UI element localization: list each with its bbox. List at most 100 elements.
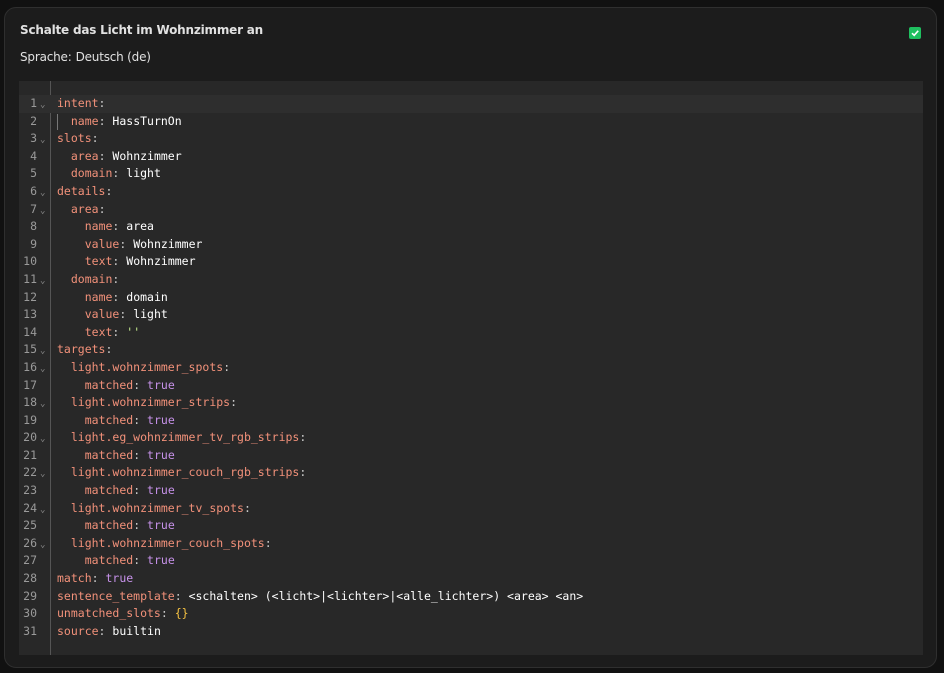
yaml-key: matched: [84, 553, 134, 568]
yaml-value: true: [147, 377, 175, 392]
yaml-punct: :: [112, 219, 127, 234]
code-line[interactable]: 12 name: domain: [19, 289, 923, 307]
code-text: intent:: [57, 95, 105, 113]
code-text: domain:: [71, 271, 119, 289]
yaml-key: light.eg_wohnzimmer_tv_rgb_strips: [70, 430, 300, 445]
code-line[interactable]: 29 sentence_template: <schalten> (<licht>…: [19, 588, 923, 606]
yaml-key: value: [84, 236, 120, 251]
debug-result-card: Schalte das Licht im Wohnzimmer an Sprac…: [4, 7, 937, 668]
code-line[interactable]: 14 text: '': [19, 324, 923, 342]
code-text: text: '': [85, 324, 140, 342]
code-text: name: HassTurnOn: [71, 113, 182, 131]
code-line[interactable]: 1 ⌄ intent:: [19, 95, 923, 113]
code-line[interactable]: 6 ⌄ details:: [19, 183, 923, 201]
yaml-key: slots: [57, 131, 92, 146]
code-line[interactable]: 2 name: HassTurnOn: [19, 113, 923, 131]
line-number: 28: [23, 571, 37, 586]
yaml-key: text: [84, 324, 113, 339]
code-line[interactable]: 18 ⌄ light.wohnzimmer_strips:: [19, 394, 923, 412]
code-text: light.eg_wohnzimmer_tv_rgb_strips:: [71, 429, 306, 447]
code-line[interactable]: 25 matched: true: [19, 517, 923, 535]
code-lines: 1 ⌄ intent: 2 name: HassTurnOn 3 ⌄ slots: 4 area:…: [19, 95, 923, 640]
code-line[interactable]: 22 ⌄ light.wohnzimmer_couch_rgb_strips:: [19, 464, 923, 482]
yaml-punct: :: [264, 535, 272, 550]
code-line[interactable]: 27 matched: true: [19, 552, 923, 570]
code-line[interactable]: 3 ⌄ slots:: [19, 130, 923, 148]
yaml-punct: :: [174, 588, 189, 603]
code-text: name: area: [85, 218, 154, 236]
line-number: 9: [30, 236, 37, 251]
code-line[interactable]: 11 ⌄ domain:: [19, 271, 923, 289]
code-line[interactable]: 24 ⌄ light.wohnzimmer_tv_spots:: [19, 500, 923, 518]
yaml-key: matched: [84, 518, 134, 533]
line-number: 25: [23, 518, 37, 533]
code-line[interactable]: 7 ⌄ area:: [19, 201, 923, 219]
yaml-key: area: [70, 201, 99, 216]
code-line[interactable]: 15 ⌄ targets:: [19, 341, 923, 359]
yaml-key: domain: [70, 271, 113, 286]
line-number: 16: [23, 359, 37, 374]
code-line[interactable]: 31 source: builtin: [19, 623, 923, 641]
line-number: 8: [30, 219, 37, 234]
yaml-key: matched: [84, 412, 134, 427]
code-line[interactable]: 9 value: Wohnzimmer: [19, 236, 923, 254]
yaml-punct: :: [133, 483, 148, 498]
yaml-value: light: [126, 166, 161, 181]
code-text: targets:: [57, 341, 112, 359]
yaml-punct: :: [160, 606, 175, 621]
code-line[interactable]: 5 domain: light: [19, 165, 923, 183]
yaml-key: light.wohnzimmer_tv_spots: [70, 500, 244, 515]
line-number: 30: [23, 606, 37, 621]
yaml-punct: :: [105, 183, 113, 198]
yaml-code-editor[interactable]: 1 ⌄ intent: 2 name: HassTurnOn 3 ⌄ slots: 4 area:…: [19, 81, 923, 655]
code-text: area: Wohnzimmer: [71, 148, 182, 166]
code-line[interactable]: 28 match: true: [19, 570, 923, 588]
code-text: text: Wohnzimmer: [85, 253, 196, 271]
yaml-key: match: [57, 571, 92, 586]
yaml-key: value: [84, 307, 120, 322]
yaml-key: light.wohnzimmer_strips: [70, 395, 231, 410]
line-number: 26: [23, 535, 37, 550]
success-checkbox[interactable]: [909, 27, 921, 39]
yaml-key: source: [57, 623, 99, 638]
line-number: 31: [23, 623, 37, 638]
yaml-punct: :: [105, 342, 113, 357]
code-line[interactable]: 4 area: Wohnzimmer: [19, 148, 923, 166]
yaml-key: name: [84, 219, 113, 234]
yaml-punct: :: [98, 148, 113, 163]
code-line[interactable]: 20 ⌄ light.eg_wohnzimmer_tv_rgb_strips:: [19, 429, 923, 447]
line-number: 6: [30, 183, 37, 198]
line-number: 27: [23, 553, 37, 568]
yaml-value: true: [147, 518, 175, 533]
line-number: 13: [23, 307, 37, 322]
yaml-key: sentence_template: [57, 588, 175, 603]
yaml-punct: :: [112, 324, 127, 339]
yaml-value: domain: [126, 289, 168, 304]
yaml-key: area: [70, 148, 99, 163]
code-line[interactable]: 10 text: Wohnzimmer: [19, 253, 923, 271]
code-line[interactable]: 21 matched: true: [19, 447, 923, 465]
yaml-key: targets: [57, 342, 106, 357]
yaml-punct: :: [112, 271, 120, 286]
yaml-value: true: [105, 571, 134, 586]
code-text: unmatched_slots: {}: [57, 605, 189, 623]
code-line[interactable]: 26 ⌄ light.wohnzimmer_couch_spots:: [19, 535, 923, 553]
yaml-key: matched: [84, 377, 134, 392]
yaml-value: true: [147, 553, 175, 568]
yaml-punct: :: [119, 307, 134, 322]
code-text: matched: true: [85, 482, 175, 500]
code-text: matched: true: [85, 517, 175, 535]
code-line[interactable]: 16 ⌄ light.wohnzimmer_spots:: [19, 359, 923, 377]
code-line[interactable]: 30 unmatched_slots: {}: [19, 605, 923, 623]
code-text: light.wohnzimmer_tv_spots:: [71, 500, 251, 518]
line-number: 20: [23, 430, 37, 445]
code-line[interactable]: 19 matched: true: [19, 412, 923, 430]
code-line[interactable]: 23 matched: true: [19, 482, 923, 500]
code-line[interactable]: 13 value: light: [19, 306, 923, 324]
yaml-value: '': [126, 324, 141, 339]
code-line[interactable]: 8 name: area: [19, 218, 923, 236]
yaml-key: details: [57, 183, 106, 198]
code-text: match: true: [57, 570, 133, 588]
code-line[interactable]: 17 matched: true: [19, 377, 923, 395]
line-number: 2: [30, 113, 37, 128]
